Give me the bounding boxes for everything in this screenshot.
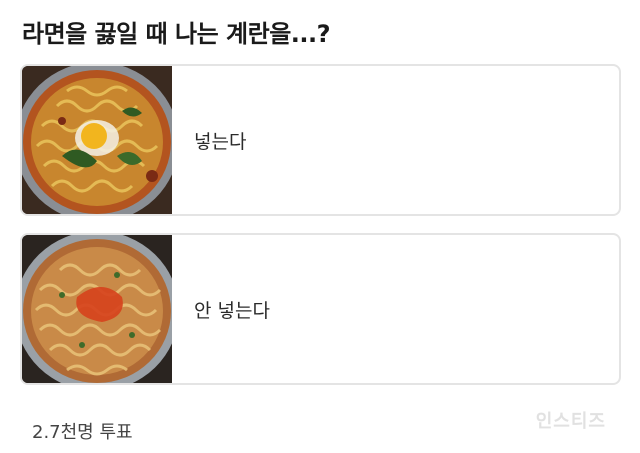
option-label: 안 넣는다 (194, 299, 270, 322)
poll-question: 라면을 끓일 때 나는 계란을...? (22, 20, 331, 48)
watermark: 인스티즈 (535, 411, 606, 432)
ramen-with-egg-image (22, 66, 172, 214)
ramen-without-egg-image (22, 235, 172, 383)
poll-option-with-egg[interactable]: 넣는다 (20, 64, 621, 216)
poll-option-without-egg[interactable]: 안 넣는다 (20, 233, 621, 385)
option-label: 넣는다 (194, 130, 247, 153)
vote-count: 2.7천명 투표 (32, 422, 133, 443)
